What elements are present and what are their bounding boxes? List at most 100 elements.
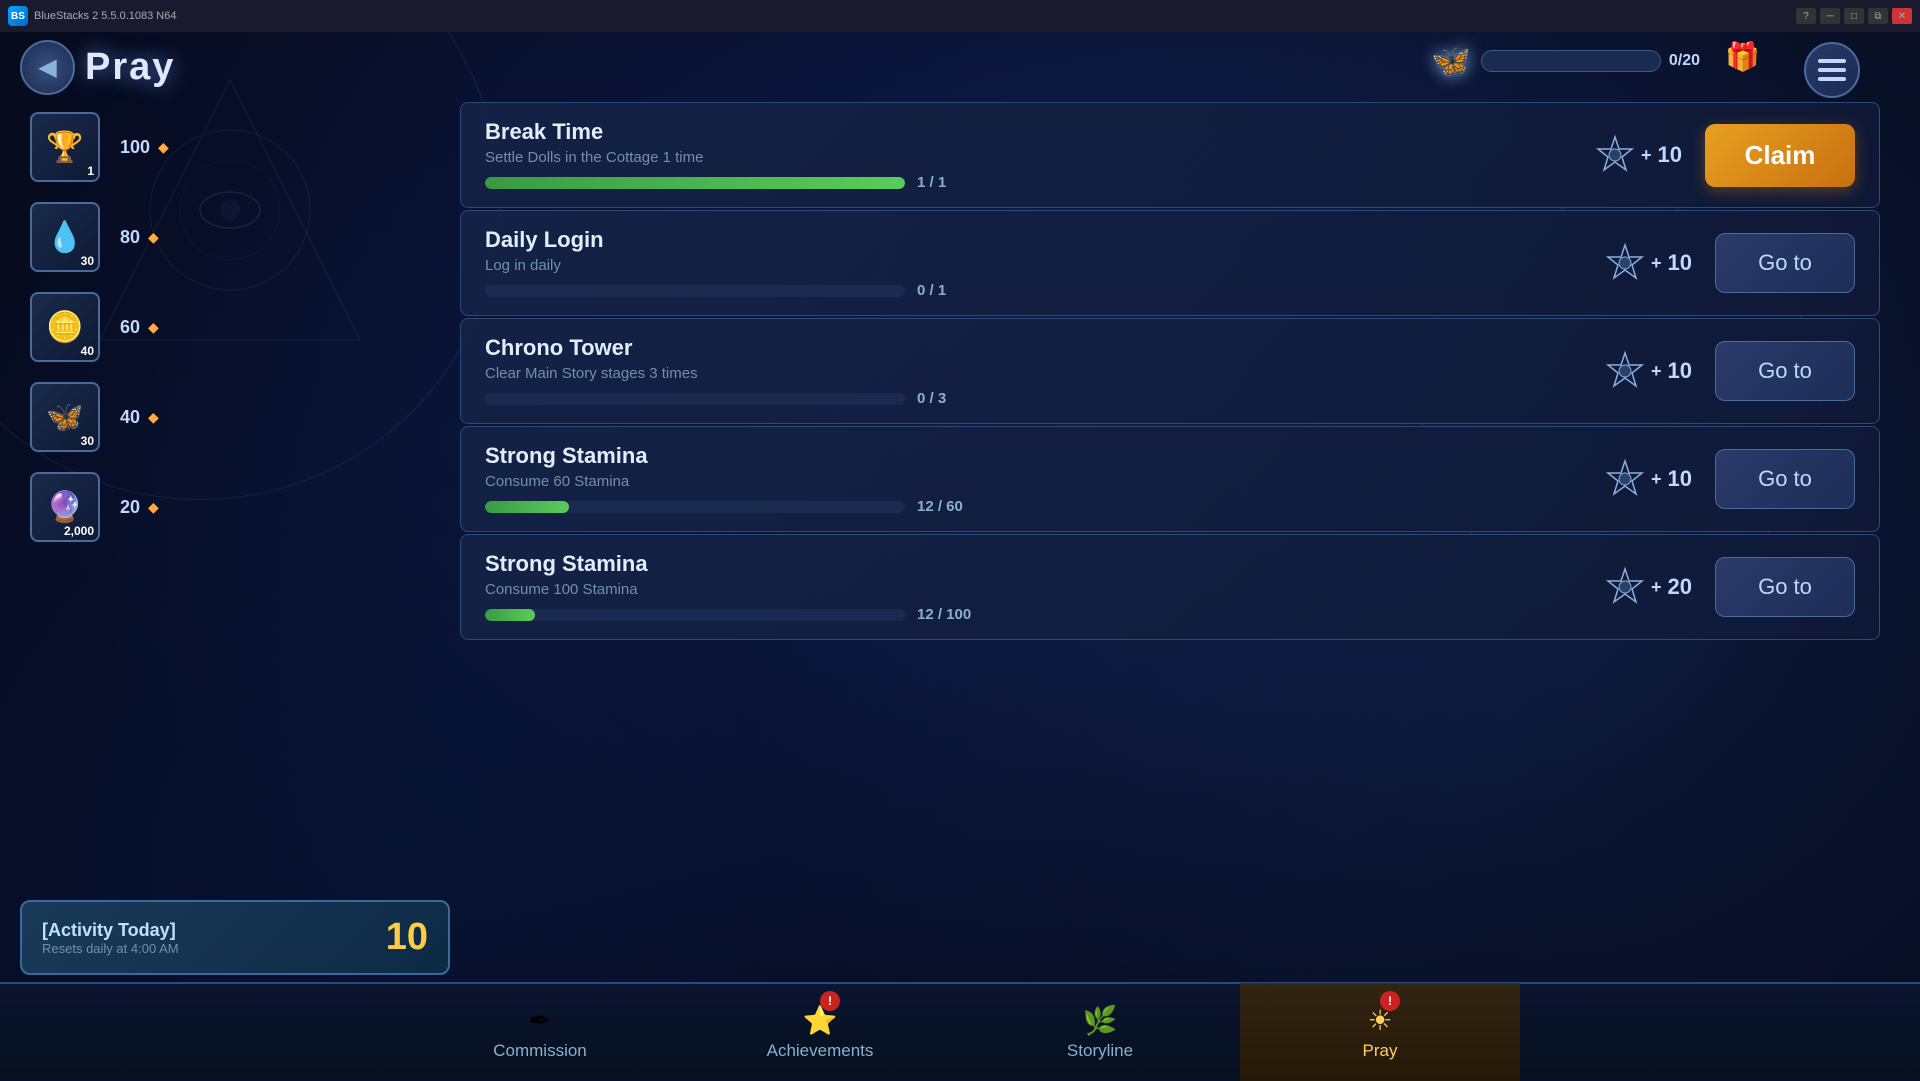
maximize-btn[interactable]: □	[1844, 8, 1864, 24]
reward-count-3: 40	[81, 344, 94, 358]
back-button[interactable]: ◀	[20, 40, 75, 95]
task-desc-chrono-tower: Clear Main Story stages 3 times	[485, 365, 1585, 382]
reward-count-2: 30	[81, 254, 94, 268]
nav-item-storyline[interactable]: 🌿 Storyline	[960, 983, 1240, 1081]
task-desc-strong-stamina-60: Consume 60 Stamina	[485, 473, 1585, 490]
task-reward-chrono-tower: + 10	[1605, 351, 1695, 391]
commission-icon: ✒	[528, 1004, 551, 1037]
back-arrow-icon: ◀	[38, 53, 56, 82]
diamond-4: ◆	[148, 409, 159, 426]
minimize-btn[interactable]: ─	[1820, 8, 1840, 24]
task-reward-break-time: + 10	[1595, 135, 1685, 175]
diamond-2: ◆	[148, 229, 159, 246]
star-reward-icon-chrono-tower	[1605, 351, 1645, 391]
activity-title: [Activity Today]	[42, 920, 376, 941]
task-name-strong-stamina-60: Strong Stamina	[485, 443, 1585, 469]
titlebar: BS BlueStacks 2 5.5.0.1083 N64 ? ─ □ ⧉ ✕	[0, 0, 1920, 32]
diamond-3: ◆	[148, 319, 159, 336]
close-btn[interactable]: ✕	[1892, 8, 1912, 24]
diamond-1: ◆	[158, 139, 169, 156]
milestone-2: 80	[120, 227, 140, 248]
task-chrono-tower: Chrono Tower Clear Main Story stages 3 t…	[460, 318, 1880, 424]
task-progress-text-strong-stamina-60: 12 / 60	[917, 498, 997, 515]
reward-plus-chrono-tower: +	[1651, 361, 1662, 382]
task-progress-daily-login: 0 / 1	[485, 282, 1585, 299]
task-reward-daily-login: + 10	[1605, 243, 1695, 283]
task-info-daily-login: Daily Login Log in daily 0 / 1	[485, 227, 1585, 299]
reward-item-orb: 🔮 2,000 20 ◆	[20, 462, 190, 552]
task-info-strong-stamina-60: Strong Stamina Consume 60 Stamina 12 / 6…	[485, 443, 1585, 515]
task-progress-text-chrono-tower: 0 / 3	[917, 390, 997, 407]
rewards-sidebar: 🏆 1 100 ◆ 💧 30 80 ◆ 🪙 40 60 ◆ 🦋 30 40 ◆	[20, 102, 190, 980]
reward-plus-strong-stamina-100: +	[1651, 577, 1662, 598]
page-title: Pray	[85, 46, 175, 89]
reward-icon-trophy: 🏆 1	[30, 112, 100, 182]
task-progress-strong-stamina-60: 12 / 60	[485, 498, 1585, 515]
activity-score: 10	[386, 916, 428, 959]
reward-amount-chrono-tower: 10	[1668, 358, 1692, 384]
goto-button-strong-stamina-60[interactable]: Go to	[1715, 449, 1855, 509]
reward-plus-break-time: +	[1641, 145, 1652, 166]
restore-btn[interactable]: ⧉	[1868, 8, 1888, 24]
task-desc-strong-stamina-100: Consume 100 Stamina	[485, 581, 1585, 598]
task-progress-chrono-tower: 0 / 3	[485, 390, 1585, 407]
task-progress-bar-break-time	[485, 177, 905, 189]
goto-button-chrono-tower[interactable]: Go to	[1715, 341, 1855, 401]
window-controls: ? ─ □ ⧉ ✕	[1796, 8, 1912, 24]
goto-button-strong-stamina-100[interactable]: Go to	[1715, 557, 1855, 617]
task-name-daily-login: Daily Login	[485, 227, 1585, 253]
task-progress-bar-chrono-tower	[485, 393, 905, 405]
task-progress-strong-stamina-100: 12 / 100	[485, 606, 1585, 623]
task-progress-text-break-time: 1 / 1	[917, 174, 997, 191]
task-strong-stamina-100: Strong Stamina Consume 100 Stamina 12 / …	[460, 534, 1880, 640]
milestone-1: 100	[120, 137, 150, 158]
top-header: ◀ Pray	[0, 32, 1920, 102]
task-name-chrono-tower: Chrono Tower	[485, 335, 1585, 361]
reward-count-1: 1	[87, 164, 94, 178]
storyline-label: Storyline	[1067, 1041, 1133, 1061]
milestone-4: 40	[120, 407, 140, 428]
task-desc-daily-login: Log in daily	[485, 257, 1585, 274]
bottom-navigation: ✒ Commission ! ⭐ Achievements 🌿 Storylin…	[0, 982, 1920, 1080]
star-reward-icon-daily-login	[1605, 243, 1645, 283]
task-name-strong-stamina-100: Strong Stamina	[485, 551, 1585, 577]
star-reward-icon-break-time	[1595, 135, 1635, 175]
goto-button-daily-login[interactable]: Go to	[1715, 233, 1855, 293]
task-progress-bar-strong-stamina-60	[485, 501, 905, 513]
task-progress-text-daily-login: 0 / 1	[917, 282, 997, 299]
reward-item-butterfly: 🦋 30 40 ◆	[20, 372, 190, 462]
activity-subtitle: Resets daily at 4:00 AM	[42, 941, 376, 956]
help-btn[interactable]: ?	[1796, 8, 1816, 24]
diamond-5: ◆	[148, 499, 159, 516]
commission-label: Commission	[493, 1041, 587, 1061]
nav-item-achievements[interactable]: ! ⭐ Achievements	[680, 983, 960, 1081]
achievements-badge: !	[820, 991, 840, 1011]
task-daily-login: Daily Login Log in daily 0 / 1 + 10 Go t…	[460, 210, 1880, 316]
task-name-break-time: Break Time	[485, 119, 1575, 145]
reward-icon-butterfly: 🦋 30	[30, 382, 100, 452]
nav-item-pray[interactable]: ! ☀ Pray	[1240, 983, 1520, 1081]
task-progress-bar-daily-login	[485, 285, 905, 297]
task-info-strong-stamina-100: Strong Stamina Consume 100 Stamina 12 / …	[485, 551, 1585, 623]
task-reward-strong-stamina-100: + 20	[1605, 567, 1695, 607]
task-progress-fill-break-time	[485, 177, 905, 189]
achievements-label: Achievements	[767, 1041, 874, 1061]
task-strong-stamina-60: Strong Stamina Consume 60 Stamina 12 / 6…	[460, 426, 1880, 532]
reward-item-coin: 🪙 40 60 ◆	[20, 282, 190, 372]
activity-today-box: [Activity Today] Resets daily at 4:00 AM…	[20, 900, 450, 975]
task-info-chrono-tower: Chrono Tower Clear Main Story stages 3 t…	[485, 335, 1585, 407]
reward-plus-strong-stamina-60: +	[1651, 469, 1662, 490]
task-break-time: Break Time Settle Dolls in the Cottage 1…	[460, 102, 1880, 208]
task-reward-strong-stamina-60: + 10	[1605, 459, 1695, 499]
reward-count-5: 2,000	[64, 524, 94, 538]
storyline-icon: 🌿	[1083, 1004, 1118, 1037]
app-logo: BS	[8, 6, 28, 26]
milestone-5: 20	[120, 497, 140, 518]
nav-item-commission[interactable]: ✒ Commission	[400, 983, 680, 1081]
reward-item-drop: 💧 30 80 ◆	[20, 192, 190, 282]
pray-badge: !	[1380, 991, 1400, 1011]
claim-button-break-time[interactable]: Claim	[1705, 124, 1855, 187]
reward-plus-daily-login: +	[1651, 253, 1662, 274]
reward-icon-orb: 🔮 2,000	[30, 472, 100, 542]
reward-amount-strong-stamina-100: 20	[1668, 574, 1692, 600]
